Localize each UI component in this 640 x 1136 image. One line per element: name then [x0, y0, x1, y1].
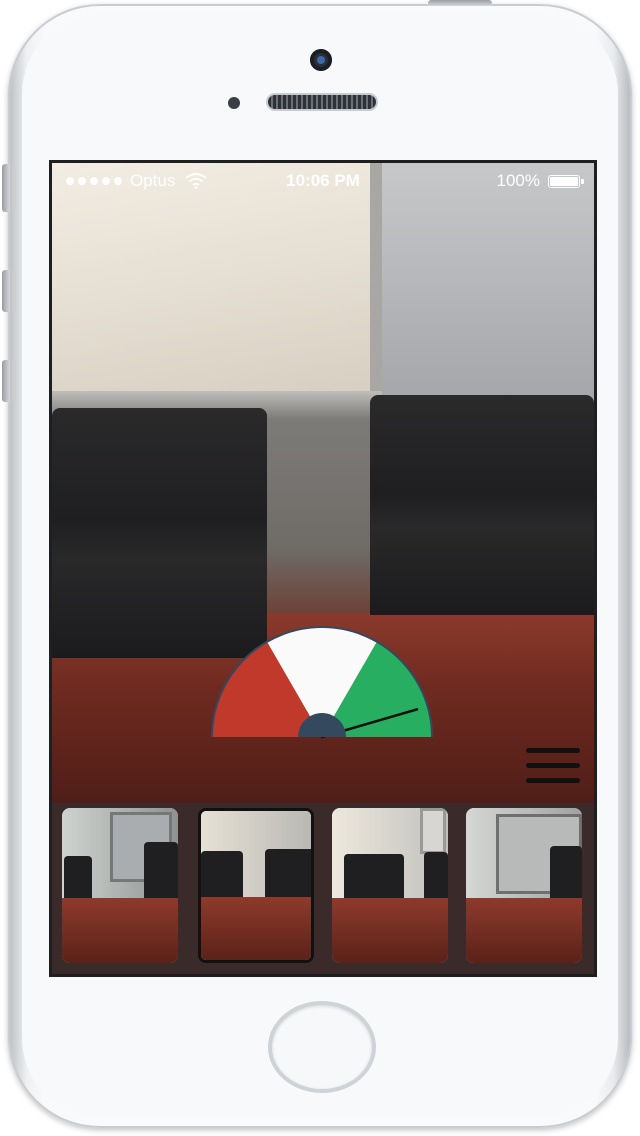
volume-up-button	[2, 270, 10, 312]
preview-window-frame	[370, 163, 382, 391]
quality-gauge	[211, 626, 433, 739]
battery-percent: 100%	[496, 171, 540, 190]
thumbnail-2[interactable]	[198, 808, 314, 963]
thumbnail-1[interactable]	[62, 808, 178, 963]
mute-switch	[2, 164, 10, 212]
proximity-sensor	[228, 97, 240, 109]
hamburger-menu-icon[interactable]	[526, 748, 580, 784]
battery-icon	[548, 174, 584, 188]
status-bar: Optus 10:06 PM 100%	[52, 163, 594, 197]
earpiece-speaker	[268, 95, 376, 109]
battery-status: 100%	[496, 171, 584, 191]
preview-chair-right	[370, 395, 594, 615]
home-button[interactable]	[268, 1001, 376, 1093]
thumbnail-4[interactable]	[466, 808, 582, 963]
sleep-button	[428, 0, 492, 6]
camera-preview[interactable]: Optus 10:06 PM 100%	[52, 163, 594, 803]
volume-down-button	[2, 360, 10, 402]
thumbnail-strip	[52, 803, 594, 974]
preview-chair-left	[52, 408, 267, 658]
phone-screen: Optus 10:06 PM 100%	[49, 160, 597, 977]
thumbnail-3[interactable]	[332, 808, 448, 963]
front-camera-icon	[310, 49, 332, 71]
preview-window	[52, 163, 377, 391]
